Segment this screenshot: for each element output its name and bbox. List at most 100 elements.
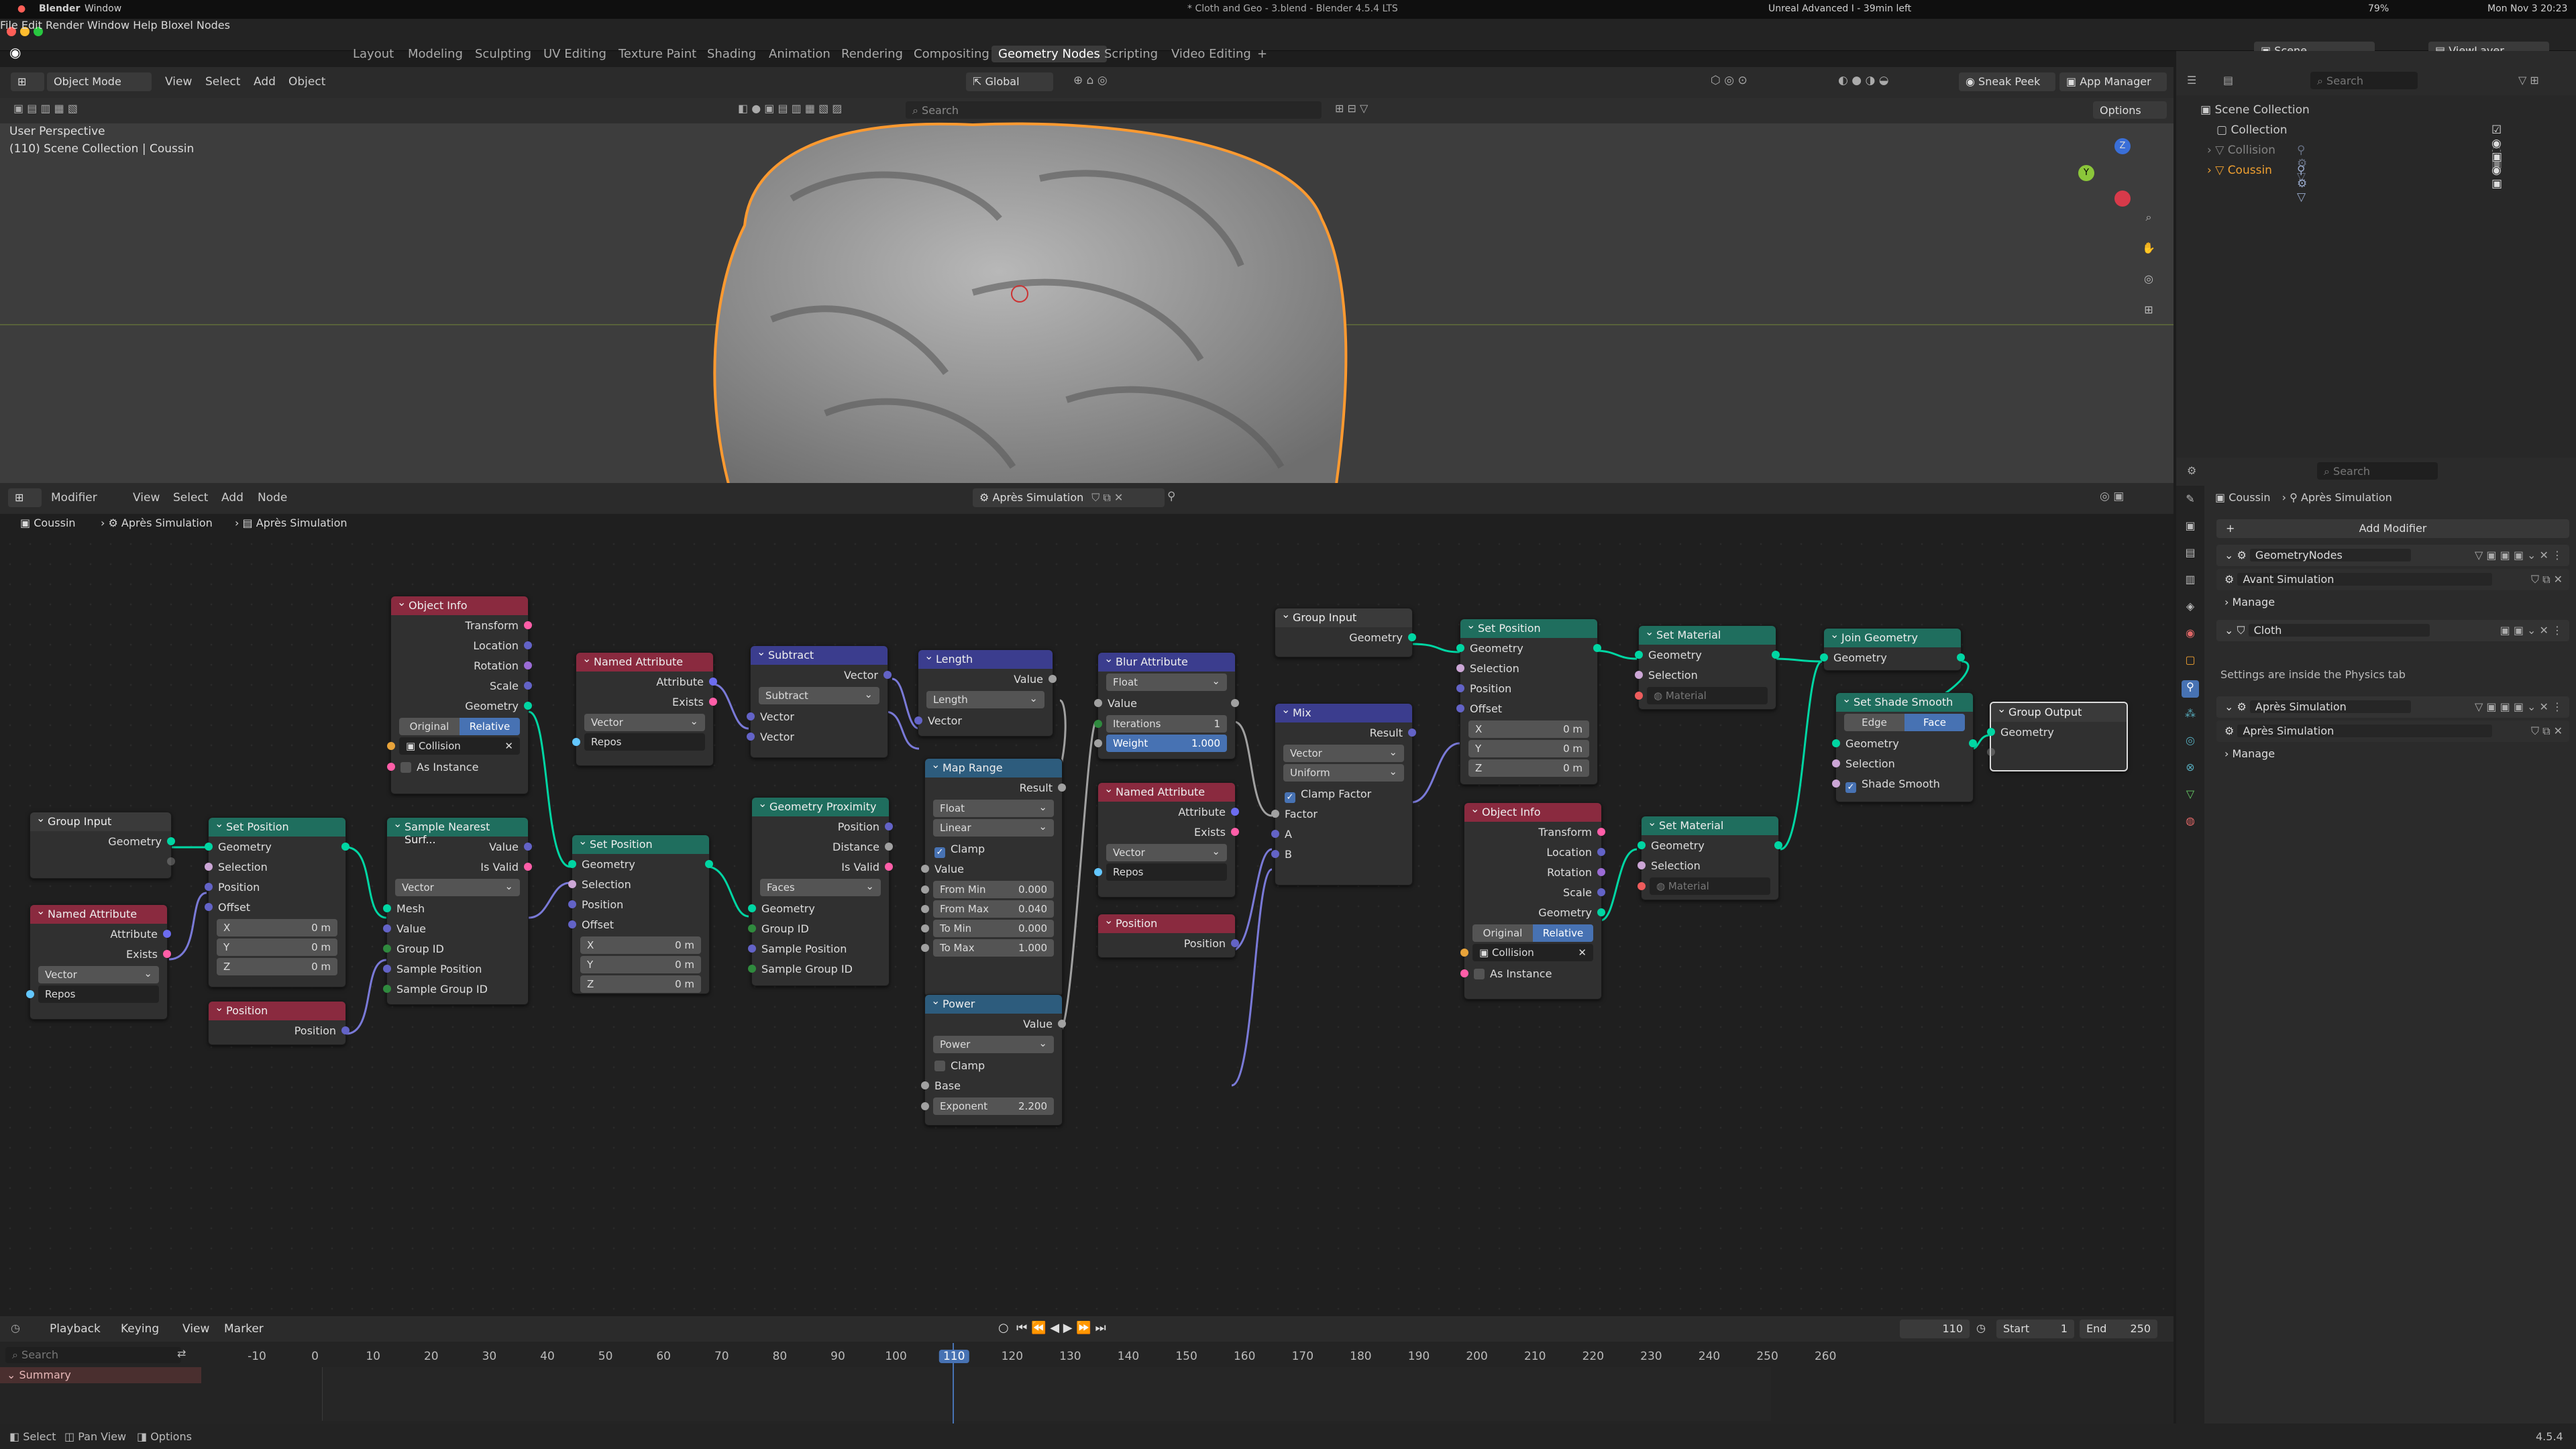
socket-dot[interactable] [1271, 850, 1279, 858]
select-box-icon[interactable]: ▣ ▤ ▥ ▦ ▧ [13, 102, 78, 115]
menu-render[interactable]: Render [46, 19, 84, 32]
socket-dot[interactable] [921, 944, 929, 952]
offset-z-field[interactable]: Z0 m [580, 975, 701, 993]
window-menu[interactable]: Window [85, 3, 121, 14]
socket-dot[interactable] [163, 950, 171, 958]
axis-z-icon[interactable]: Z [2114, 138, 2131, 154]
menu-bloxel[interactable]: Bloxel Nodes [161, 19, 230, 32]
data-type-dropdown[interactable]: Float [933, 800, 1054, 817]
timeline[interactable]: ◷ Playback Keying View Marker ○ ⏮ ⏪ ◀ ▶ … [0, 1316, 2174, 1424]
socket-dot[interactable] [524, 863, 532, 871]
socket-dot[interactable] [1271, 810, 1279, 818]
offset-y-field[interactable]: Y0 m [217, 938, 337, 956]
outliner-scene-collection[interactable]: ▣ Scene Collection [2200, 103, 2310, 117]
outliner-item-collision[interactable]: › ▽ Collision ⚲ ⚙ ▽ ◌ ▣ [2207, 144, 2502, 184]
tab-animation[interactable]: Animation [762, 46, 837, 62]
render-tab-icon[interactable]: ▣ [2182, 519, 2199, 537]
clamp-checkbox[interactable]: ✓ [934, 847, 945, 858]
modifier-tree-apres[interactable]: ⚙ Après Simulation ⛉ ⧉ ✕ [2216, 720, 2569, 742]
transform-space-toggle[interactable]: Original Relative [1472, 924, 1593, 942]
original-option[interactable]: Original [1472, 924, 1533, 942]
node-named-attribute-3[interactable]: Named Attribute Attribute Exists Vector … [1094, 782, 1239, 898]
tool-tab-icon[interactable]: ✎ [2182, 492, 2199, 510]
node-group-input-1[interactable]: Group Input Geometry [30, 812, 175, 879]
socket-dot[interactable] [341, 843, 350, 851]
socket-dot[interactable] [26, 990, 34, 998]
outliner-item-coussin[interactable]: › ▽ Coussin ⚲ ⚙ ▽ ◉ ▣ [2207, 164, 2502, 204]
socket-dot[interactable] [1597, 908, 1605, 916]
socket-dot[interactable] [883, 671, 892, 679]
clear-icon[interactable]: ✕ [1578, 947, 1587, 959]
socket-dot[interactable] [748, 945, 756, 953]
pan-hand-icon[interactable]: ✋ [2140, 241, 2157, 259]
socket-dot[interactable] [524, 641, 532, 649]
view-layer-tab-icon[interactable]: ▥ [2182, 573, 2199, 590]
socket-dot[interactable] [1832, 739, 1840, 747]
manage-panel-2[interactable]: › Manage [2216, 743, 2569, 765]
socket-dot[interactable] [524, 702, 532, 710]
tree-actions-icon[interactable]: ⛉ ⧉ ✕ [2531, 573, 2563, 586]
socket-dot[interactable] [1231, 828, 1239, 836]
timeline-menu-marker[interactable]: Marker [224, 1322, 264, 1336]
modifier-toggles-icon[interactable]: ▽ ▣ ▣ ▣ ⌄ ✕ ⋮ [2475, 549, 2563, 561]
outliner-item-collection[interactable]: ▢ Collection ☑ ◉ ▣ [2216, 123, 2502, 164]
editor-type-node-icon[interactable]: ⊞ [8, 488, 42, 507]
socket-dot[interactable] [709, 698, 717, 706]
navigation-gizmo[interactable]: Z Y [2073, 138, 2147, 212]
app-name[interactable]: Blender [39, 3, 80, 14]
summary-channel[interactable]: ⌄ Summary [0, 1367, 201, 1383]
node-sample-nearest-surface[interactable]: Sample Nearest Surf... Value Is Valid Ve… [383, 817, 532, 1005]
socket-dot[interactable] [205, 843, 213, 851]
material-picker[interactable]: ◍ Material [1635, 687, 1768, 704]
socket-dot[interactable] [568, 920, 576, 928]
socket-dot[interactable] [524, 661, 532, 669]
as-instance-checkbox[interactable] [400, 762, 411, 773]
transform-orientation[interactable]: ⇱ Global [966, 72, 1053, 91]
tab-texture-paint[interactable]: Texture Paint [612, 46, 703, 62]
socket-dot[interactable] [1058, 784, 1066, 792]
gizmo-toggles-icon[interactable]: ⬡ ◎ ⊙ [1711, 74, 1748, 87]
viewport-filter-icons[interactable]: ◧ ● ▣ ▤ ▥ ▦ ▧ ▨ [738, 102, 842, 115]
socket-dot[interactable] [1456, 664, 1464, 672]
node-named-attribute-2[interactable]: Named Attribute Attribute Exists Vector … [572, 652, 717, 766]
socket-dot[interactable] [341, 1026, 350, 1034]
node-length[interactable]: Length Value Length Vector [914, 649, 1057, 737]
material-picker[interactable]: ◍ Material [1638, 877, 1770, 895]
socket-dot[interactable] [167, 837, 175, 845]
transform-space-toggle[interactable]: Original Relative [399, 718, 520, 735]
socket-dot[interactable] [1456, 644, 1464, 652]
socket-dot[interactable] [1231, 808, 1239, 816]
socket-dot[interactable] [921, 865, 929, 873]
relative-option[interactable]: Relative [460, 718, 520, 735]
from-max-field[interactable]: From Max 0.040 [921, 900, 1054, 918]
viewport-menu-select[interactable]: Select [205, 75, 240, 89]
socket-dot[interactable] [1597, 848, 1605, 856]
viewport-filter-funnel-icon[interactable]: ⊞ ⊟ ▽ [1335, 102, 1368, 115]
menu-file[interactable]: File [0, 19, 18, 32]
socket-dot[interactable] [1957, 653, 1965, 661]
data-type-dropdown[interactable]: Vector [38, 966, 159, 983]
socket-dot[interactable] [709, 678, 717, 686]
socket-dot[interactable] [748, 965, 756, 973]
socket-dot[interactable] [1231, 699, 1239, 707]
sneak-peek-button[interactable]: ◉ Sneak Peek [1959, 72, 2055, 91]
modifier-cloth[interactable]: ⌄ ⛉ Cloth ▣ ▣ ⌄ ✕ ⋮ [2216, 620, 2569, 641]
filter-funnel-icon[interactable]: ▽ ⊞ [2518, 74, 2539, 87]
modifier-tab-icon[interactable]: ⚲ [2182, 680, 2199, 698]
relative-option[interactable]: Relative [1533, 924, 1593, 942]
swap-icon[interactable]: ⇄ [177, 1347, 186, 1360]
start-frame-field[interactable]: Start 1 [1996, 1320, 2074, 1338]
constraints-tab-icon[interactable]: ⊗ [2182, 761, 2199, 778]
socket-dot[interactable] [885, 822, 893, 830]
tab-layout[interactable]: Layout [346, 46, 400, 62]
data-type-dropdown[interactable]: Float [1106, 674, 1227, 691]
tree-actions-icon[interactable]: ⛉ ⧉ ✕ [2531, 724, 2563, 738]
breadcrumb-tree[interactable]: › ▤ Après Simulation [235, 517, 347, 529]
manage-panel-1[interactable]: › Manage [2216, 592, 2569, 613]
particles-tab-icon[interactable]: ⁂ [2182, 707, 2199, 724]
socket-dot[interactable] [383, 945, 391, 953]
3d-viewport[interactable]: ▣ ▤ ▥ ▦ ▧ ◧ ● ▣ ▤ ▥ ▦ ▧ ▨ ⌕ Search ⊞ ⊟ ▽… [0, 98, 2174, 483]
overlay-toggles-icon[interactable]: ◎ ▣ [2100, 490, 2124, 503]
to-max-field[interactable]: To Max 1.000 [921, 939, 1054, 957]
viewport-menu-object[interactable]: Object [288, 75, 325, 89]
